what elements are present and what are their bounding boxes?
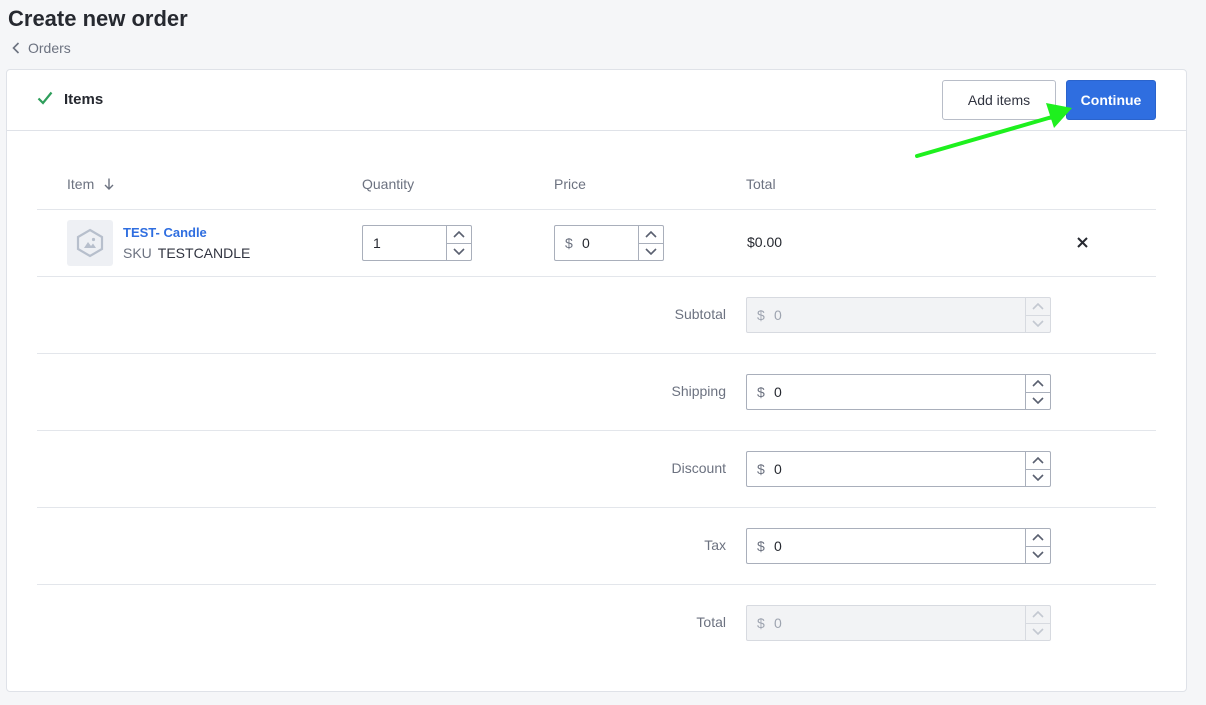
quantity-increment-button[interactable] bbox=[447, 226, 471, 243]
shipping-increment-button[interactable] bbox=[1026, 375, 1050, 392]
chevron-down-icon bbox=[453, 248, 465, 256]
shipping-row: Shipping $ 0 bbox=[37, 354, 1156, 431]
price-stepper-buttons bbox=[638, 226, 663, 260]
currency-prefix: $ bbox=[565, 235, 573, 251]
currency-prefix: $ bbox=[757, 461, 765, 477]
subtotal-stepper-buttons bbox=[1025, 298, 1050, 332]
quantity-column-header: Quantity bbox=[362, 176, 415, 192]
chevron-down-icon bbox=[1032, 397, 1044, 405]
chevron-up-icon bbox=[1032, 302, 1044, 310]
total-field: $ 0 bbox=[746, 605, 1051, 641]
item-column-header[interactable]: Item bbox=[67, 176, 114, 192]
subtotal-label: Subtotal bbox=[674, 306, 726, 322]
discount-input[interactable]: 0 bbox=[774, 461, 1025, 477]
table-header: Item Quantity Price Total bbox=[37, 176, 1156, 210]
chevron-down-icon bbox=[1032, 474, 1044, 482]
tax-row: Tax $ 0 bbox=[37, 508, 1156, 585]
price-stepper[interactable]: $ 0 bbox=[554, 225, 664, 261]
product-image-placeholder bbox=[67, 220, 113, 266]
total-label: Total bbox=[696, 614, 726, 630]
tax-field[interactable]: $ 0 bbox=[746, 528, 1051, 564]
chevron-up-icon bbox=[1032, 610, 1044, 618]
discount-decrement-button[interactable] bbox=[1026, 468, 1050, 487]
price-decrement-button[interactable] bbox=[639, 242, 663, 261]
shipping-input[interactable]: 0 bbox=[774, 384, 1025, 400]
chevron-down-icon bbox=[1032, 551, 1044, 559]
sort-down-arrow-icon[interactable] bbox=[104, 178, 114, 190]
quantity-stepper-buttons bbox=[446, 226, 471, 260]
total-input: 0 bbox=[774, 615, 782, 631]
tax-stepper-buttons bbox=[1025, 529, 1050, 563]
breadcrumb-orders-link[interactable]: Orders bbox=[28, 40, 71, 56]
discount-label: Discount bbox=[671, 460, 726, 476]
sku-line: SKU TESTCANDLE bbox=[123, 245, 250, 261]
total-column-header: Total bbox=[746, 176, 776, 192]
discount-row: Discount $ 0 bbox=[37, 431, 1156, 508]
chevron-up-icon bbox=[453, 230, 465, 238]
quantity-decrement-button[interactable] bbox=[447, 242, 471, 261]
price-column-header: Price bbox=[554, 176, 586, 192]
subtotal-increment-button bbox=[1026, 298, 1050, 315]
tax-decrement-button[interactable] bbox=[1026, 545, 1050, 564]
tax-label: Tax bbox=[704, 537, 726, 553]
total-row: Total $ 0 bbox=[37, 585, 1156, 662]
currency-prefix: $ bbox=[757, 384, 765, 400]
total-increment-button bbox=[1026, 606, 1050, 623]
add-items-button[interactable]: Add items bbox=[942, 80, 1056, 120]
line-total: $0.00 bbox=[747, 234, 783, 250]
page-title: Create new order bbox=[8, 6, 188, 31]
shipping-stepper-buttons bbox=[1025, 375, 1050, 409]
chevron-up-icon bbox=[645, 230, 657, 238]
close-icon[interactable] bbox=[1077, 237, 1088, 248]
currency-prefix: $ bbox=[757, 538, 765, 554]
section-title: Items bbox=[64, 91, 104, 108]
continue-button[interactable]: Continue bbox=[1066, 80, 1156, 120]
items-card: Items Add items Continue Item Quantity P… bbox=[6, 69, 1187, 692]
chevron-up-icon bbox=[1032, 379, 1044, 387]
total-stepper-buttons bbox=[1025, 606, 1050, 640]
chevron-down-icon bbox=[1032, 320, 1044, 328]
quantity-stepper[interactable]: 1 bbox=[362, 225, 472, 261]
subtotal-row: Subtotal $ 0 bbox=[37, 277, 1156, 354]
subtotal-input: 0 bbox=[774, 307, 782, 323]
shipping-label: Shipping bbox=[671, 383, 727, 399]
total-decrement-button bbox=[1026, 622, 1050, 641]
check-icon bbox=[37, 91, 53, 105]
price-input[interactable]: 0 bbox=[582, 235, 638, 251]
chevron-left-icon bbox=[12, 42, 20, 54]
breadcrumb[interactable]: Orders bbox=[12, 40, 71, 56]
tax-increment-button[interactable] bbox=[1026, 529, 1050, 546]
tax-input[interactable]: 0 bbox=[774, 538, 1025, 554]
shipping-field[interactable]: $ 0 bbox=[746, 374, 1051, 410]
chevron-down-icon bbox=[645, 248, 657, 256]
sku-label: SKU bbox=[123, 245, 152, 261]
discount-stepper-buttons bbox=[1025, 452, 1050, 486]
table-row: TEST- Candle SKU TESTCANDLE 1 $ 0 $0.00 bbox=[37, 210, 1156, 277]
shipping-decrement-button[interactable] bbox=[1026, 391, 1050, 410]
chevron-down-icon bbox=[1032, 628, 1044, 636]
image-placeholder-icon bbox=[76, 228, 104, 258]
currency-prefix: $ bbox=[757, 615, 765, 631]
item-header-label: Item bbox=[67, 176, 95, 192]
product-name-link[interactable]: TEST- Candle bbox=[123, 225, 207, 240]
sku-value: TESTCANDLE bbox=[157, 245, 251, 261]
currency-prefix: $ bbox=[757, 307, 765, 323]
chevron-up-icon bbox=[1032, 533, 1044, 541]
discount-increment-button[interactable] bbox=[1026, 452, 1050, 469]
discount-field[interactable]: $ 0 bbox=[746, 451, 1051, 487]
card-header: Items Add items Continue bbox=[7, 70, 1186, 131]
subtotal-field: $ 0 bbox=[746, 297, 1051, 333]
price-increment-button[interactable] bbox=[639, 226, 663, 243]
chevron-up-icon bbox=[1032, 456, 1044, 464]
quantity-input[interactable]: 1 bbox=[363, 235, 446, 251]
subtotal-decrement-button bbox=[1026, 314, 1050, 333]
